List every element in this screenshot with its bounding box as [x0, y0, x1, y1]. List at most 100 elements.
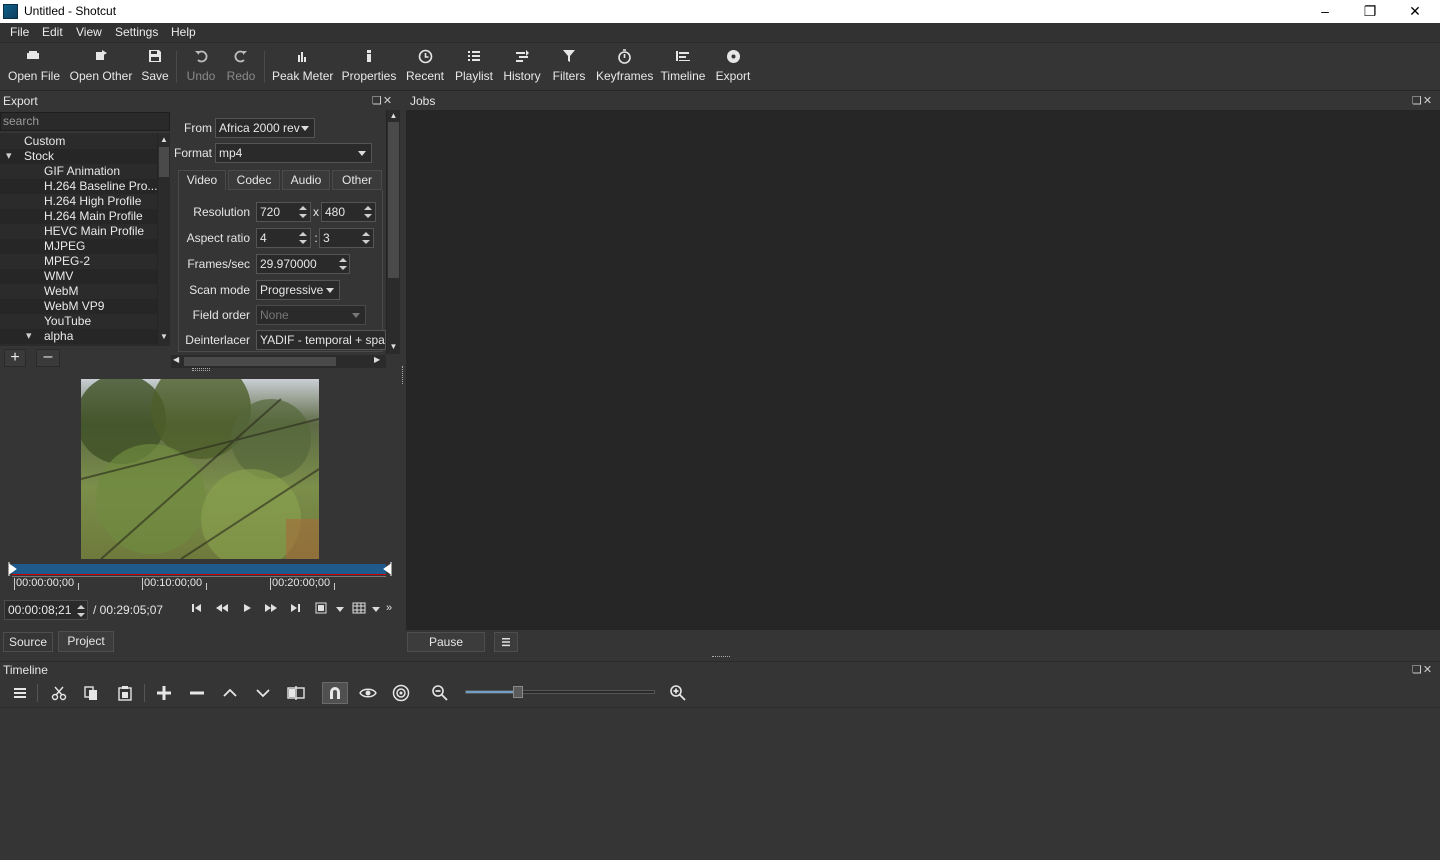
preset-list-item[interactable]: MJPEG: [0, 239, 157, 254]
redo-button[interactable]: Redo: [224, 43, 258, 91]
scan-mode-combo[interactable]: Progressive: [256, 280, 340, 300]
zoom-out-button[interactable]: [428, 682, 452, 704]
snap-toggle-button[interactable]: [322, 682, 348, 704]
save-button[interactable]: Save: [140, 43, 170, 91]
timeline-menu-button[interactable]: [8, 682, 32, 704]
restore-button[interactable]: ❐: [1347, 0, 1393, 23]
splitter-handle[interactable]: [712, 656, 730, 659]
float-icon[interactable]: ❏: [372, 95, 383, 107]
tab-source[interactable]: Source: [3, 632, 53, 652]
split-button[interactable]: [284, 682, 308, 704]
video-preview[interactable]: [81, 379, 319, 559]
cut-button[interactable]: [47, 682, 71, 704]
close-button[interactable]: ✕: [1392, 0, 1438, 23]
spin-arrows-icon[interactable]: [337, 254, 349, 274]
add-preset-button[interactable]: +: [4, 349, 26, 367]
preset-list-scrollbar[interactable]: ▲ ▼: [157, 133, 170, 346]
spin-arrows-icon[interactable]: [297, 228, 309, 248]
from-combo[interactable]: Africa 2000 rev: [215, 118, 315, 138]
paste-button[interactable]: [113, 682, 137, 704]
zoom-fit-button[interactable]: [315, 602, 329, 617]
preset-list-item[interactable]: HEVC Main Profile: [0, 224, 157, 239]
scroll-thumb[interactable]: [184, 357, 336, 366]
deinterlacer-combo[interactable]: YADIF - temporal + spatia: [256, 330, 386, 350]
remove-preset-button[interactable]: –: [36, 349, 60, 367]
scroll-left-arrow-icon[interactable]: ◀: [173, 355, 179, 364]
scrubber-range[interactable]: [12, 564, 386, 575]
preset-list-item[interactable]: H.264 High Profile: [0, 194, 157, 209]
close-dock-icon[interactable]: ✕: [1423, 95, 1433, 107]
menu-view[interactable]: View: [76, 25, 102, 39]
more-controls-icon[interactable]: »: [386, 602, 392, 614]
menu-settings[interactable]: Settings: [115, 25, 158, 39]
zoom-in-button[interactable]: [666, 682, 690, 704]
open-other-button[interactable]: Open Other: [68, 43, 134, 91]
spin-arrows-icon[interactable]: [362, 202, 374, 222]
append-button[interactable]: [152, 682, 176, 704]
playlist-button[interactable]: Playlist: [452, 43, 496, 91]
keyframes-button[interactable]: Keyframes: [596, 43, 653, 91]
export-form-vscrollbar[interactable]: ▲ ▼: [386, 110, 400, 354]
splitter-handle[interactable]: [192, 368, 210, 371]
export-form-hscrollbar[interactable]: ◀ ▶: [171, 355, 386, 368]
preset-list-item[interactable]: WMV: [0, 269, 157, 284]
position-timecode-input[interactable]: 00:00:08;21: [4, 600, 88, 620]
scroll-thumb[interactable]: [159, 147, 169, 177]
scroll-up-arrow-icon[interactable]: ▲: [159, 135, 169, 145]
menu-help[interactable]: Help: [171, 25, 196, 39]
spin-arrows-icon[interactable]: [75, 601, 87, 621]
out-point-marker-icon[interactable]: [382, 562, 392, 576]
preset-list-item[interactable]: YouTube: [0, 314, 157, 329]
menu-edit[interactable]: Edit: [42, 25, 63, 39]
tab-video[interactable]: Video: [178, 170, 226, 191]
tab-other[interactable]: Other: [332, 170, 382, 190]
skip-next-button[interactable]: [290, 602, 302, 617]
history-button[interactable]: History: [500, 43, 544, 91]
overwrite-button[interactable]: [251, 682, 275, 704]
close-dock-icon[interactable]: ✕: [383, 95, 393, 107]
minimize-button[interactable]: –: [1302, 0, 1348, 23]
scrubber-bar[interactable]: 00:00:00;00 00:10:00;00 00:20:00;00: [8, 562, 392, 590]
peak-meter-button[interactable]: Peak Meter: [272, 43, 333, 91]
skip-previous-button[interactable]: [190, 602, 202, 617]
tab-audio[interactable]: Audio: [282, 170, 330, 190]
open-file-button[interactable]: Open File: [8, 43, 60, 91]
tab-project[interactable]: Project: [58, 631, 114, 652]
scroll-up-arrow-icon[interactable]: ▲: [388, 111, 399, 120]
export-button[interactable]: Export: [712, 43, 754, 91]
fast-forward-button[interactable]: [264, 602, 278, 617]
preset-list-item[interactable]: H.264 Main Profile: [0, 209, 157, 224]
recent-button[interactable]: Recent: [404, 43, 446, 91]
jobs-list[interactable]: [406, 110, 1440, 630]
preset-list-item[interactable]: WebM: [0, 284, 157, 299]
close-dock-icon[interactable]: ✕: [1423, 664, 1433, 676]
preset-list-item[interactable]: H.264 Baseline Pro...: [0, 179, 157, 194]
preset-list-item[interactable]: WebM VP9: [0, 299, 157, 314]
scroll-down-arrow-icon[interactable]: ▼: [159, 332, 169, 342]
format-combo[interactable]: mp4: [215, 143, 372, 163]
preset-list-item[interactable]: GIF Animation: [0, 164, 157, 179]
jobs-menu-button[interactable]: [494, 632, 518, 652]
in-point-marker-icon[interactable]: [8, 562, 18, 576]
preset-list-item[interactable]: ▾ alpha: [0, 329, 157, 344]
timeline-tracks-area[interactable]: [0, 707, 1440, 860]
expand-arrow-icon[interactable]: ▾: [6, 149, 12, 164]
tab-codec[interactable]: Codec: [228, 170, 280, 190]
scroll-right-arrow-icon[interactable]: ▶: [374, 355, 380, 364]
pause-jobs-button[interactable]: Pause: [407, 632, 485, 652]
scrub-while-dragging-button[interactable]: [356, 682, 380, 704]
vertical-splitter-handle[interactable]: [402, 366, 405, 384]
scroll-thumb[interactable]: [388, 122, 399, 278]
grid-button[interactable]: [352, 602, 366, 617]
expand-arrow-icon[interactable]: ▾: [26, 329, 32, 344]
field-order-combo[interactable]: None: [256, 305, 366, 325]
zoom-slider[interactable]: [465, 690, 655, 694]
spin-arrows-icon[interactable]: [297, 202, 309, 222]
undo-button[interactable]: Undo: [184, 43, 218, 91]
ripple-button[interactable]: [389, 682, 413, 704]
copy-button[interactable]: [79, 682, 103, 704]
rewind-button[interactable]: [215, 602, 229, 617]
preset-list-item[interactable]: MPEG-2: [0, 254, 157, 269]
timeline-button[interactable]: Timeline: [660, 43, 706, 91]
preset-list-item[interactable]: Custom: [0, 134, 157, 149]
